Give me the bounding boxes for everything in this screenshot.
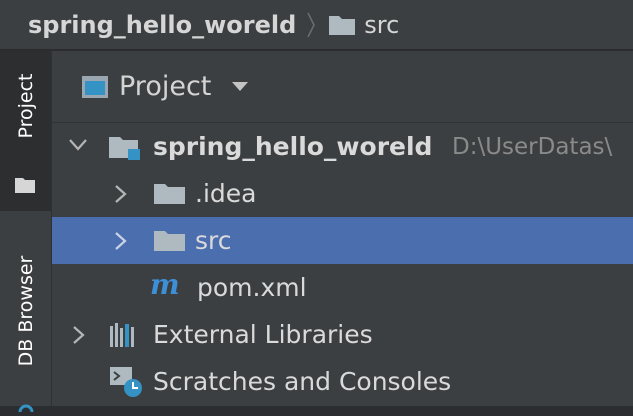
project-tool-tab[interactable]: Project bbox=[0, 51, 51, 211]
db-browser-tool-tab-label: DB Browser bbox=[14, 255, 37, 367]
db-browser-icon bbox=[18, 397, 34, 416]
chevron-right-icon[interactable] bbox=[114, 231, 128, 251]
tree-row-src[interactable]: src bbox=[52, 217, 633, 264]
folder-icon bbox=[328, 14, 356, 36]
tree-label-scratches: Scratches and Consoles bbox=[153, 367, 452, 396]
tool-window-strip: Project DB Browser bbox=[0, 51, 52, 416]
tree-root-path: D:\UserDatas\ bbox=[452, 134, 613, 160]
project-panel: Project spring_hello_woreld D:\UserDatas… bbox=[52, 51, 633, 406]
tree-label-root: spring_hello_woreld bbox=[153, 132, 433, 161]
tree-row-idea[interactable]: .idea bbox=[52, 170, 633, 217]
db-browser-tool-tab[interactable]: DB Browser bbox=[0, 219, 51, 416]
library-icon bbox=[109, 322, 137, 348]
breadcrumb-separator-icon bbox=[306, 11, 316, 39]
tree-row-scratches[interactable]: Scratches and Consoles bbox=[52, 358, 633, 405]
tree-label-external-libraries: External Libraries bbox=[153, 320, 373, 349]
tree-label-idea: .idea bbox=[195, 179, 257, 208]
panel-title[interactable]: Project bbox=[119, 71, 211, 102]
tree-label-pom: pom.xml bbox=[197, 273, 307, 302]
scratches-icon bbox=[109, 366, 143, 398]
tree-row-external-libraries[interactable]: External Libraries bbox=[52, 311, 633, 358]
tree-row-root[interactable]: spring_hello_woreld D:\UserDatas\ bbox=[52, 123, 633, 170]
maven-icon: m bbox=[150, 268, 180, 301]
tree-label-src: src bbox=[195, 226, 232, 255]
chevron-down-icon[interactable] bbox=[231, 81, 249, 92]
chevron-right-icon[interactable] bbox=[72, 325, 86, 345]
folder-icon bbox=[153, 182, 187, 206]
chevron-right-icon[interactable] bbox=[114, 184, 128, 204]
panel-header: Project bbox=[52, 51, 633, 123]
folder-icon bbox=[153, 229, 187, 253]
chevron-down-icon[interactable] bbox=[68, 138, 88, 152]
breadcrumb-src[interactable]: src bbox=[364, 11, 399, 39]
project-view-icon bbox=[81, 75, 109, 99]
project-tool-tab-label: Project bbox=[14, 73, 37, 139]
folder-icon bbox=[14, 177, 36, 198]
breadcrumb-project[interactable]: spring_hello_woreld bbox=[28, 11, 296, 39]
tree-row-pom[interactable]: m pom.xml bbox=[52, 264, 633, 311]
breadcrumb: spring_hello_woreld src bbox=[0, 0, 633, 50]
module-folder-icon bbox=[108, 135, 142, 161]
